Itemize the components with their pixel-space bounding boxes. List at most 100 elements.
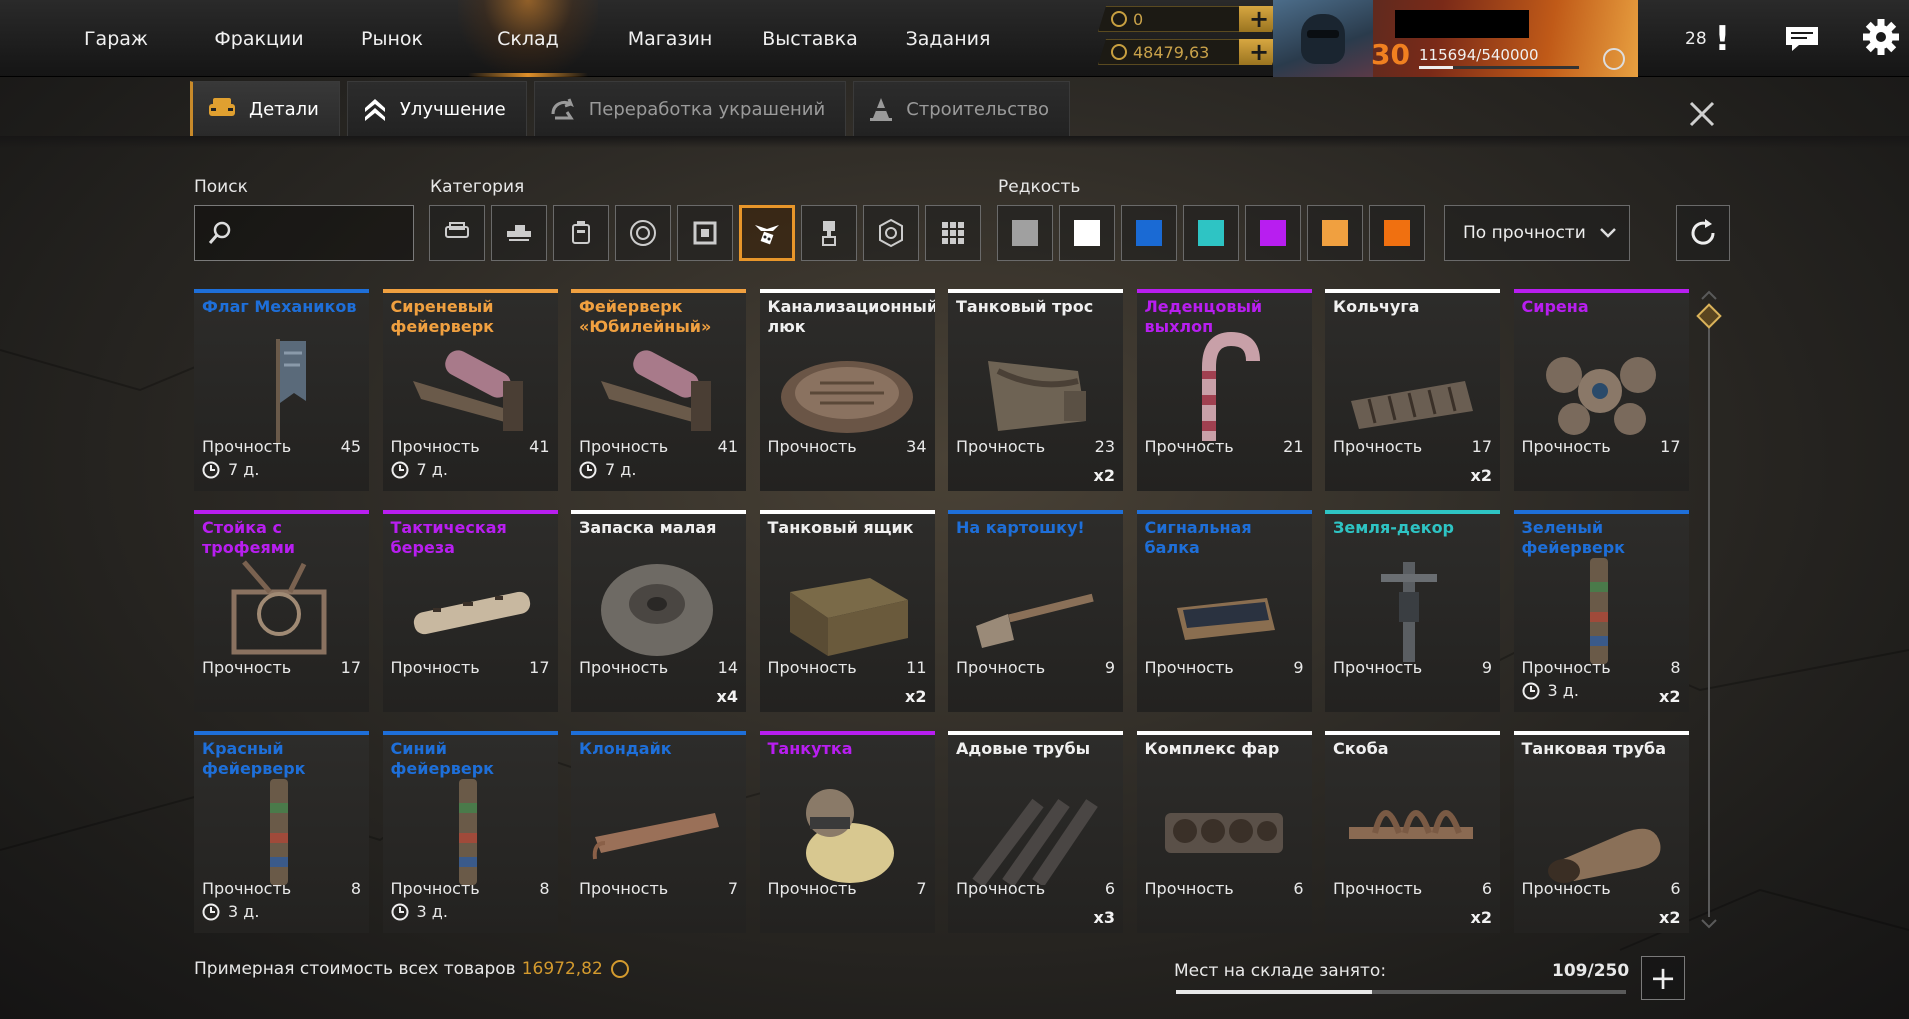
category-button-paint[interactable] bbox=[801, 205, 857, 261]
item-card[interactable]: Синий фейерверк Прочность 8 3 д. bbox=[382, 731, 558, 933]
search-input[interactable] bbox=[241, 223, 401, 243]
item-timer-text: 7 д. bbox=[228, 460, 260, 479]
item-card[interactable]: Адовые трубы Прочность 6 x3 bbox=[948, 731, 1123, 933]
rarity-button-2[interactable] bbox=[1121, 205, 1177, 261]
nav-item-1[interactable]: Фракции bbox=[192, 0, 326, 77]
tab-details-label: Детали bbox=[249, 98, 319, 120]
item-name: Танковая труба bbox=[1521, 739, 1667, 758]
item-name: Кольчуга bbox=[1333, 297, 1420, 316]
category-button-grid[interactable] bbox=[925, 205, 981, 261]
tank-rope-icon bbox=[988, 361, 1086, 431]
scrollbar-track[interactable] bbox=[1708, 305, 1710, 917]
nav-item-3[interactable]: Склад bbox=[458, 0, 598, 77]
category-button-decor[interactable] bbox=[739, 205, 795, 261]
tab-details[interactable]: Детали bbox=[190, 81, 340, 136]
nav-item-0[interactable]: Гараж bbox=[40, 0, 192, 77]
rarity-button-0[interactable] bbox=[997, 205, 1053, 261]
close-icon[interactable] bbox=[1685, 97, 1719, 131]
item-card[interactable]: Танковая труба Прочность 6 x2 bbox=[1513, 731, 1689, 933]
nav-item-5[interactable]: Выставка bbox=[742, 0, 878, 77]
item-card[interactable]: Сирена Прочность 17 bbox=[1513, 289, 1689, 491]
main-nav: Гараж Фракции Рынок Склад Магазин Выставка Зад… bbox=[40, 0, 1018, 77]
rarity-button-3[interactable] bbox=[1183, 205, 1239, 261]
rarity-button-1[interactable] bbox=[1059, 205, 1115, 261]
durability-label: Прочность bbox=[579, 437, 669, 456]
player-level: 30 bbox=[1371, 38, 1410, 71]
item-card[interactable]: Танковый ящик Прочность 11 x2 bbox=[759, 510, 935, 712]
category-button-car[interactable] bbox=[429, 205, 485, 261]
xp-bar bbox=[1419, 66, 1579, 69]
category-button-weapon[interactable] bbox=[491, 205, 547, 261]
rarity-swatch bbox=[1012, 220, 1038, 246]
item-card[interactable]: Флаг Механиков Прочность 45 7 д. bbox=[194, 289, 369, 491]
gear-icon[interactable] bbox=[1862, 18, 1900, 56]
durability-label: Прочность bbox=[390, 658, 480, 677]
category-button-hex-part[interactable] bbox=[863, 205, 919, 261]
item-name: Клондайк bbox=[579, 739, 672, 758]
tab-upgrade[interactable]: Улучшение bbox=[346, 81, 527, 136]
durability-label: Прочность bbox=[1521, 879, 1611, 898]
item-card[interactable]: Танкутка Прочность 7 bbox=[759, 731, 935, 933]
grid-icon bbox=[942, 222, 964, 244]
notifications[interactable]: 28 ! bbox=[1685, 0, 1730, 77]
category-button-frame[interactable] bbox=[677, 205, 733, 261]
item-card[interactable]: Канализационный люк Прочность 34 bbox=[759, 289, 935, 491]
sort-select[interactable]: По прочности bbox=[1444, 205, 1630, 261]
nav-item-4[interactable]: Магазин bbox=[598, 0, 742, 77]
item-card[interactable]: Сигнальная балка Прочность 9 bbox=[1136, 510, 1312, 712]
chat-icon[interactable] bbox=[1785, 26, 1819, 52]
item-card[interactable]: Зеленый фейерверк Прочность 8 3 д. x2 bbox=[1513, 510, 1689, 712]
tab-construction[interactable]: Строительство bbox=[853, 81, 1071, 136]
item-name: Танковый трос bbox=[956, 297, 1094, 316]
item-timer-text: 3 д. bbox=[1547, 681, 1579, 700]
category-button-wheel[interactable] bbox=[615, 205, 671, 261]
clock-icon bbox=[1522, 682, 1539, 699]
durability-label: Прочность bbox=[390, 879, 480, 898]
durability-value: 17 bbox=[1660, 437, 1681, 456]
avatar[interactable] bbox=[1273, 0, 1373, 77]
hex-part-icon bbox=[879, 218, 903, 248]
item-card[interactable]: Комплекс фар Прочность 6 bbox=[1136, 731, 1312, 933]
item-card[interactable]: Земля-декор Прочность 9 bbox=[1325, 510, 1500, 712]
refresh-button[interactable] bbox=[1676, 205, 1730, 261]
nav-item-2[interactable]: Рынок bbox=[326, 0, 458, 77]
speedometer-icon[interactable] bbox=[1603, 48, 1625, 70]
scrollbar-thumb[interactable] bbox=[1696, 303, 1722, 329]
candy-cane-icon bbox=[1201, 331, 1260, 441]
durability-label: Прочность bbox=[202, 879, 292, 898]
scroll-down-icon[interactable] bbox=[1700, 918, 1718, 930]
category-button-module[interactable] bbox=[553, 205, 609, 261]
item-card[interactable]: Клондайк Прочность 7 bbox=[571, 731, 746, 933]
item-card[interactable]: Фейерверк «Юбилейный» Прочность 41 7 д. bbox=[571, 289, 746, 491]
item-card[interactable]: На картошку! Прочность 9 bbox=[948, 510, 1123, 712]
item-card[interactable]: Стойка с трофеями Прочность 17 bbox=[194, 510, 369, 712]
item-card[interactable]: Красный фейерверк Прочность 8 3 д. bbox=[194, 731, 369, 933]
storage-bar-fill bbox=[1176, 990, 1373, 994]
search-box[interactable] bbox=[194, 205, 414, 261]
exclamation-icon[interactable]: ! bbox=[1715, 19, 1731, 59]
tab-recycle-decor-label: Переработка украшений bbox=[588, 98, 826, 120]
rarity-button-6[interactable] bbox=[1369, 205, 1425, 261]
item-card[interactable]: Скоба Прочность 6 x2 bbox=[1325, 731, 1500, 933]
rarity-swatch bbox=[1198, 220, 1224, 246]
item-quantity: x2 bbox=[1659, 908, 1681, 927]
nav-item-6[interactable]: Задания bbox=[878, 0, 1018, 77]
item-timer: 7 д. bbox=[391, 460, 448, 479]
item-card[interactable]: Тактическая береза Прочность 17 bbox=[382, 510, 558, 712]
item-name: Адовые трубы bbox=[956, 739, 1091, 758]
rarity-button-4[interactable] bbox=[1245, 205, 1301, 261]
durability-label: Прочность bbox=[202, 658, 292, 677]
item-timer-text: 3 д. bbox=[228, 902, 260, 921]
expand-storage-button[interactable]: + bbox=[1641, 956, 1685, 1000]
item-card[interactable]: Танковый трос Прочность 23 x2 bbox=[948, 289, 1123, 491]
item-card[interactable]: Сиреневый фейерверк Прочность 41 7 д. bbox=[382, 289, 558, 491]
item-card[interactable]: Леденцовый выхлоп Прочность 21 bbox=[1136, 289, 1312, 491]
tab-recycle-decor[interactable]: Переработка украшений bbox=[533, 81, 847, 136]
scroll-up-icon[interactable] bbox=[1700, 289, 1718, 301]
rarity-button-5[interactable] bbox=[1307, 205, 1363, 261]
item-card[interactable]: Запаска малая Прочность 14 x4 bbox=[571, 510, 746, 712]
item-name: Сиреневый фейерверк bbox=[390, 297, 495, 336]
item-name: Леденцовый выхлоп bbox=[1144, 297, 1263, 336]
player-profile[interactable]: 30 115694/540000 bbox=[1273, 0, 1638, 77]
item-card[interactable]: Кольчуга Прочность 17 x2 bbox=[1325, 289, 1500, 491]
